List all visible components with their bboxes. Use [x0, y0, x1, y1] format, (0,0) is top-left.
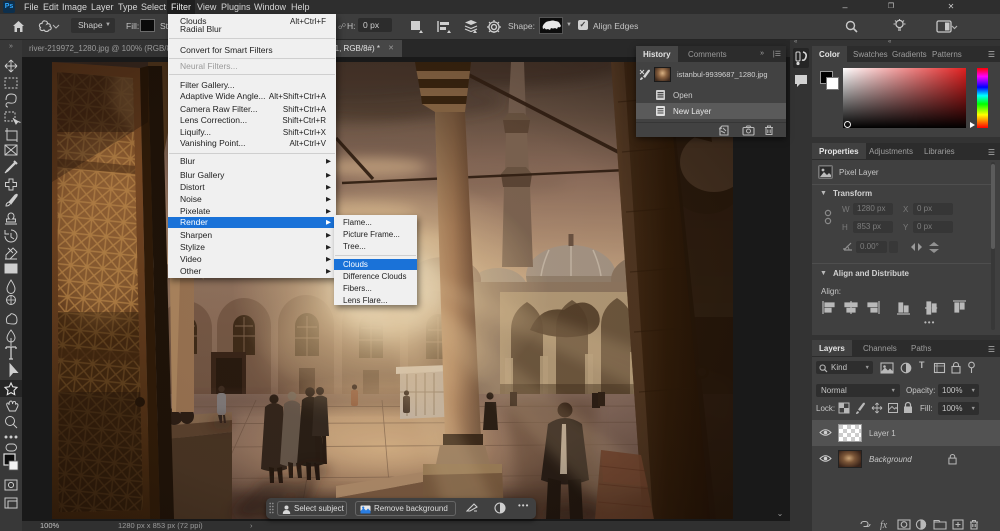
svg-text:fx: fx [880, 520, 888, 530]
svg-text:»: » [9, 43, 13, 50]
